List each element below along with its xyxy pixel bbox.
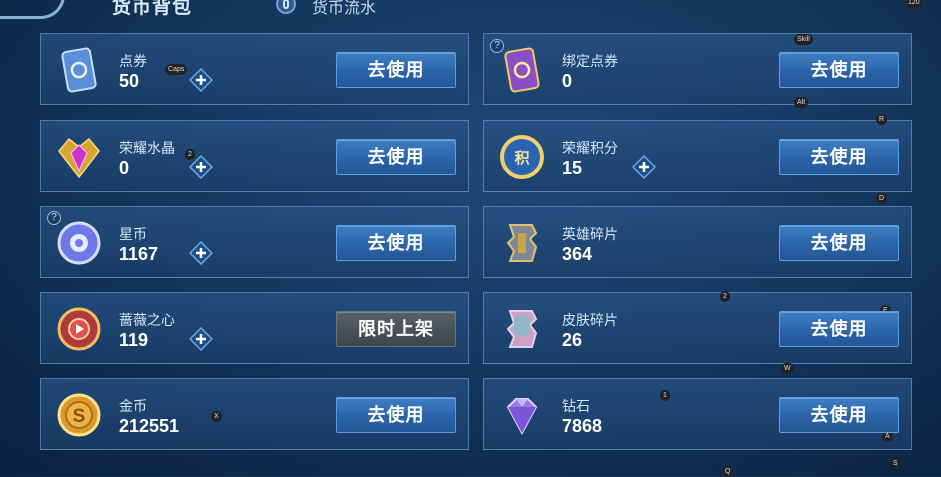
currency-name: 金币 (119, 398, 147, 414)
currency-value: 212551 (119, 416, 180, 436)
key-hint-r: R (876, 114, 888, 125)
currency-value: 7868 (562, 416, 603, 436)
use-button[interactable]: 去使用 (336, 225, 456, 261)
use-button[interactable]: 去使用 (336, 52, 456, 88)
currency-flow-icon (276, 0, 296, 14)
star-coin-icon (57, 221, 101, 265)
limited-time-button[interactable]: 限时上架 (336, 311, 456, 347)
gold-coin-icon: S (57, 393, 101, 437)
currency-card-skin-fragment: 皮肤碎片 26 2 E W 去使用 (483, 291, 912, 374)
key-hint-2b: 2 (720, 291, 730, 302)
key-hint-caps: Caps (165, 64, 188, 75)
use-button[interactable]: 去使用 (336, 397, 456, 433)
currency-value: 119 (119, 330, 149, 350)
currency-name: 荣耀积分 (562, 140, 618, 156)
tab-currency-flow[interactable]: 货币流水 (312, 0, 376, 18)
currency-name: 星币 (119, 226, 147, 242)
use-button[interactable]: 去使用 (779, 311, 899, 347)
currency-card-glory-crystal: 荣耀水晶 0 2 去使用 (40, 120, 469, 192)
voucher-card-icon (61, 47, 97, 93)
currency-name: 荣耀水晶 (119, 140, 175, 156)
currency-value: 0 (119, 158, 130, 178)
currency-card-star-coin: ? 星币 1167 去使用 (40, 206, 469, 278)
add-plus-icon[interactable] (632, 155, 656, 179)
currency-name: 点券 (119, 53, 147, 69)
key-hint-x: X (211, 411, 222, 422)
add-plus-icon[interactable] (189, 327, 213, 351)
key-hint-q: Q (722, 466, 734, 477)
currency-name: 钻石 (562, 398, 590, 414)
hero-fragment-icon (506, 224, 538, 262)
currency-name: 蔷薇之心 (119, 312, 175, 328)
key-hint-skill: Skill (794, 34, 813, 45)
currency-card-diamond: 钻石 7868 1 A 去使用 (483, 378, 912, 450)
currency-card-dianquan: 点券 50 Caps 去使用 (40, 33, 469, 105)
currency-value: 1167 (119, 244, 159, 264)
points-medal-icon: 积 (500, 135, 544, 179)
use-button[interactable]: 去使用 (779, 225, 899, 261)
key-hint-alt: Alt (794, 97, 809, 108)
use-button[interactable]: 去使用 (779, 397, 899, 433)
currency-name: 绑定点券 (562, 53, 618, 69)
svg-text:S: S (73, 406, 86, 427)
currency-name: 皮肤碎片 (562, 312, 618, 328)
use-button[interactable]: 去使用 (779, 139, 899, 175)
add-plus-icon[interactable] (189, 68, 213, 92)
tab-currency-bag[interactable]: 货币背包 (112, 0, 192, 19)
use-button[interactable]: 去使用 (336, 139, 456, 175)
crystal-icon (58, 137, 100, 179)
skin-fragment-icon (506, 310, 538, 348)
currency-value: 0 (562, 71, 573, 91)
add-plus-icon[interactable] (189, 155, 213, 179)
currency-card-glory-points: 积 荣耀积分 15 R D 去使用 (483, 114, 912, 204)
add-plus-icon[interactable] (189, 241, 213, 265)
currency-value: 15 (562, 158, 583, 178)
currency-card-hero-fragment: 英雄碎片 364 去使用 (483, 206, 912, 278)
svg-text:积: 积 (514, 149, 529, 167)
key-hint-d: D (876, 193, 888, 204)
key-hint-w: W (781, 363, 794, 374)
top-bar: 货币背包 货币流水 120 (0, 0, 941, 28)
key-hint-1: 1 (660, 390, 670, 401)
bound-voucher-card-icon (504, 47, 540, 93)
currency-card-rose-heart: 蔷薇之心 119 限时上架 (40, 292, 469, 364)
currency-card-gold: S 金币 212551 X 去使用 (40, 378, 469, 450)
back-button[interactable] (0, 0, 65, 19)
currency-value: 26 (562, 330, 583, 350)
currency-value: 364 (562, 244, 593, 264)
rose-heart-icon (57, 307, 101, 351)
currency-card-bound-dianquan: ? 绑定点券 0 Skill Alt 去使用 (483, 33, 912, 108)
currency-name: 英雄碎片 (562, 226, 618, 242)
currency-value: 50 (119, 71, 140, 91)
key-hint-badge: 120 (905, 0, 923, 8)
diamond-icon (506, 398, 538, 436)
use-button[interactable]: 去使用 (779, 52, 899, 88)
key-hint-s: S (890, 458, 901, 469)
